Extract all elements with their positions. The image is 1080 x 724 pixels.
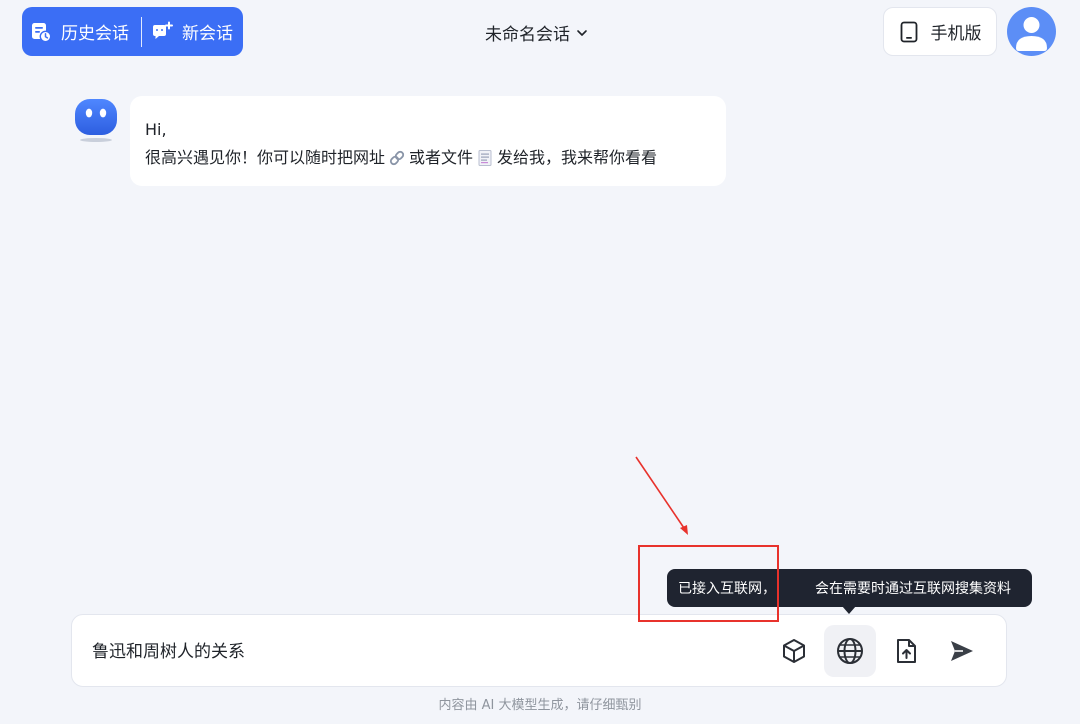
cube-icon	[783, 639, 805, 663]
chat-input-bar	[71, 614, 1007, 687]
bot-avatar-icon	[75, 99, 117, 142]
tooltip-text-2: 会在需要时通过互联网搜集资料	[815, 581, 1011, 597]
session-title-dropdown[interactable]: 未命名会话	[485, 20, 588, 45]
user-avatar-icon	[1016, 17, 1047, 51]
message-line: 很高兴遇见你！你可以随时把网址 或者文件 发给我，我来帮你看看	[145, 144, 711, 172]
new-chat-label: 新会话	[182, 24, 233, 44]
history-sessions-label: 历史会话	[61, 24, 129, 44]
upload-file-button[interactable]	[880, 625, 932, 677]
internet-search-button[interactable]	[824, 625, 876, 677]
file-upload-icon	[897, 639, 916, 663]
new-chat-icon	[151, 21, 173, 43]
plugin-button[interactable]	[768, 625, 820, 677]
phone-icon	[899, 21, 919, 43]
message-text-2: 或者文件	[409, 148, 474, 167]
send-button[interactable]	[936, 625, 988, 677]
message-text-1: 很高兴遇见你！你可以随时把网址	[145, 148, 386, 167]
chat-input[interactable]	[92, 639, 652, 659]
pill-divider	[141, 16, 142, 47]
message-text-3: 发给我，我来帮你看看	[497, 148, 658, 167]
annotation-arrow	[635, 456, 688, 535]
greeting-text: Hi,	[145, 120, 167, 139]
mobile-version-button[interactable]: 手机版	[883, 7, 997, 56]
ai-disclaimer: 内容由 AI 大模型生成，请仔细甄别	[438, 698, 642, 713]
bot-message-bubble: Hi, 很高兴遇见你！你可以随时把网址 或者文件 发给我，我来帮你看看	[130, 96, 726, 186]
chevron-down-icon	[576, 27, 588, 39]
send-icon	[951, 641, 973, 661]
session-pill: 历史会话 新会话	[22, 7, 243, 56]
history-sessions-button[interactable]: 历史会话	[22, 7, 140, 56]
link-icon	[388, 149, 406, 167]
greeting-line: Hi,	[145, 116, 711, 144]
tooltip-caret	[842, 606, 856, 614]
history-icon	[30, 21, 52, 43]
document-icon	[476, 149, 494, 167]
session-title: 未命名会话	[485, 25, 570, 45]
internet-access-tooltip: 已接入互联网， 会在需要时通过互联网搜集资料	[667, 569, 1032, 607]
tooltip-text-1: 已接入互联网，	[678, 581, 776, 597]
user-avatar[interactable]	[1007, 7, 1056, 56]
globe-icon	[837, 638, 863, 664]
bot-avatar	[73, 97, 119, 143]
mobile-version-label: 手机版	[930, 24, 982, 44]
new-chat-button[interactable]: 新会话	[143, 7, 233, 56]
